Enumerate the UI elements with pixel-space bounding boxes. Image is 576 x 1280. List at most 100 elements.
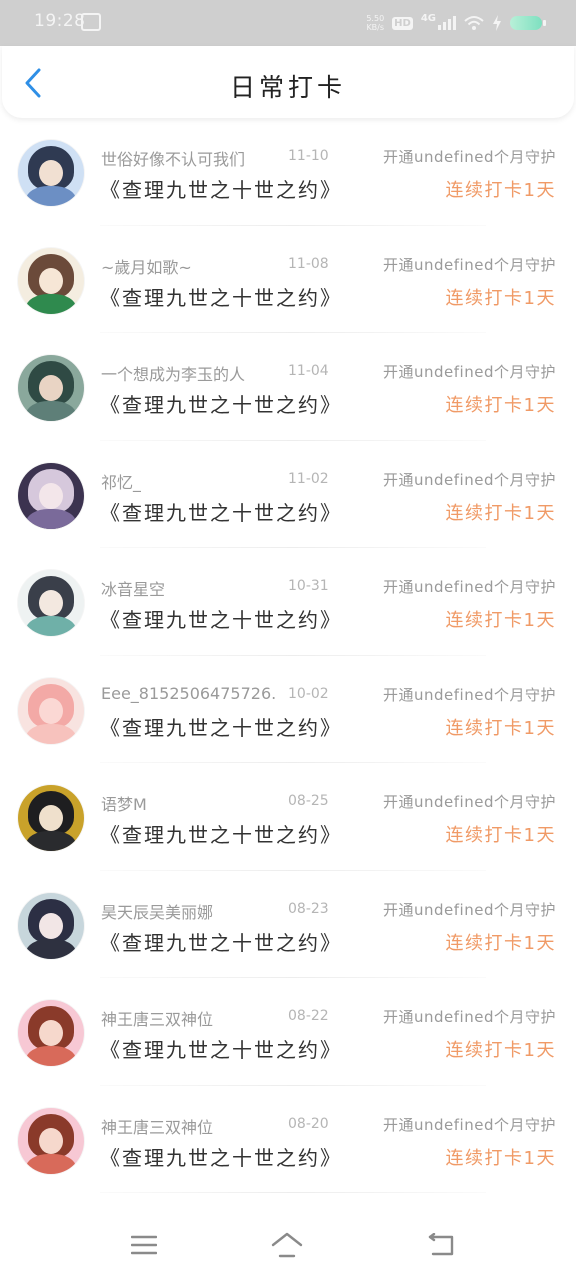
checkin-list-item[interactable]: 一个想成为李玉的人 11-04 开通undefined个月守护 《查理九世之十世…: [0, 333, 576, 441]
page-title: 日常打卡: [229, 73, 346, 102]
avatar-body: [26, 401, 76, 421]
system-back-button[interactable]: [424, 1230, 458, 1260]
book-title: 《查理九世之十世之约》: [100, 1145, 342, 1170]
avatar[interactable]: [18, 677, 84, 744]
user-name: 语梦M: [101, 795, 147, 814]
avatar-face: [39, 267, 63, 294]
user-name: Eee_8152506475726...: [101, 683, 276, 703]
avatar[interactable]: [18, 785, 84, 851]
checkin-list-item[interactable]: 祁忆_ 11-02 开通undefined个月守护 《查理九世之十世之约》 连续…: [0, 441, 576, 549]
checkin-date: 11-04: [288, 363, 329, 379]
status-indicators: 5.50 KB/s HD 4G: [366, 12, 546, 34]
user-name: 祁忆_: [101, 472, 142, 492]
checkin-date: 11-02: [288, 470, 329, 487]
hd-badge: HD: [392, 16, 413, 30]
avatar-body: [26, 723, 76, 744]
status-time: 19:28: [34, 11, 86, 31]
vip-guard-note: 开通undefined个月守护: [383, 255, 556, 274]
menu-button[interactable]: [127, 1230, 161, 1260]
checkin-list: 世俗好像不认可我们 11-10 开通undefined个月守护 《查理九世之十世…: [0, 118, 576, 1193]
menu-icon: [131, 1235, 157, 1255]
avatar[interactable]: [18, 247, 84, 314]
vip-guard-note: 开通undefined个月守护: [383, 148, 556, 166]
avatar-body: [26, 508, 76, 529]
avatar-body: [26, 938, 76, 959]
user-name: 世俗好像不认可我们: [101, 150, 246, 169]
vip-guard-note: 开通undefined个月守护: [383, 900, 556, 919]
avatar-body: [26, 1046, 76, 1066]
checkin-list-item[interactable]: 语梦M 08-25 开通undefined个月守护 《查理九世之十世之约》 连续…: [0, 763, 576, 871]
user-name: 冰音星空: [101, 580, 166, 599]
avatar[interactable]: [18, 892, 84, 959]
avatar[interactable]: [18, 1000, 84, 1066]
battery-icon: [510, 16, 546, 30]
home-button[interactable]: [270, 1230, 304, 1260]
streak-label: 连续打卡1天: [445, 717, 556, 739]
checkin-list-item[interactable]: ~歲月如歌~ 11-08 开通undefined个月守护 《查理九世之十世之约》…: [0, 226, 576, 334]
vip-guard-note: 开通undefined个月守护: [383, 363, 556, 381]
book-title: 《查理九世之十世之约》: [100, 393, 342, 417]
streak-label: 连续打卡1天: [445, 1040, 556, 1061]
vip-guard-note: 开通undefined个月守护: [383, 1115, 556, 1134]
book-title: 《查理九世之十世之约》: [100, 285, 342, 310]
network-type-label: 4G: [420, 12, 436, 24]
network-speed-unit: KB/s: [366, 23, 385, 32]
streak-label: 连续打卡1天: [445, 502, 556, 524]
home-icon: [271, 1232, 303, 1258]
streak-label: 连续打卡1天: [445, 932, 556, 954]
avatar[interactable]: [18, 462, 84, 529]
avatar[interactable]: [18, 355, 84, 421]
checkin-list-item[interactable]: Eee_8152506475726... 10-02 开通undefined个月…: [0, 656, 576, 764]
avatar-face: [39, 912, 63, 939]
avatar-body: [26, 293, 76, 314]
vip-guard-note: 开通undefined个月守护: [383, 578, 556, 596]
avatar-body: [26, 616, 76, 636]
system-nav-bar: [0, 1208, 576, 1280]
status-bar: 19:28 5.50 KB/s HD 4G: [0, 0, 576, 46]
back-arrow-icon: [428, 1233, 454, 1256]
avatar-face: [39, 805, 63, 831]
avatar[interactable]: [18, 570, 84, 636]
message-icon: [81, 13, 101, 31]
checkin-date: 10-02: [288, 685, 329, 702]
checkin-list-item[interactable]: 神王唐三双神位 08-20 开通undefined个月守护 《查理九世之十世之约…: [0, 1086, 576, 1194]
user-name: 神王唐三双神位: [101, 1010, 214, 1029]
avatar-face: [39, 375, 63, 401]
checkin-list-item[interactable]: 世俗好像不认可我们 11-10 开通undefined个月守护 《查理九世之十世…: [0, 118, 576, 226]
avatar-face: [39, 1127, 63, 1154]
avatar-face: [39, 1020, 63, 1046]
book-title: 《查理九世之十世之约》: [100, 715, 342, 740]
book-title: 《查理九世之十世之约》: [100, 178, 342, 202]
checkin-date: 08-22: [288, 1008, 329, 1024]
streak-label: 连续打卡1天: [445, 1147, 556, 1169]
avatar-face: [39, 160, 63, 186]
user-name: 昊天辰吴美丽娜: [101, 902, 214, 922]
wifi-icon: [464, 16, 484, 30]
user-name: 神王唐三双神位: [101, 1117, 214, 1137]
header-bar: 日常打卡: [2, 46, 574, 118]
checkin-list-item[interactable]: 昊天辰吴美丽娜 08-23 开通undefined个月守护 《查理九世之十世之约…: [0, 871, 576, 979]
streak-label: 连续打卡1天: [445, 287, 556, 309]
book-title: 《查理九世之十世之约》: [100, 930, 342, 955]
vip-guard-note: 开通undefined个月守护: [383, 470, 556, 489]
avatar-body: [26, 831, 76, 851]
checkin-date: 11-08: [288, 255, 329, 272]
avatar[interactable]: [18, 140, 84, 206]
network-speed: 5.50 KB/s: [366, 14, 384, 32]
checkin-date: 08-20: [288, 1115, 329, 1132]
book-title: 《查理九世之十世之约》: [100, 500, 342, 525]
book-title: 《查理九世之十世之约》: [100, 823, 342, 847]
book-title: 《查理九世之十世之约》: [100, 1038, 342, 1062]
network-speed-value: 5.50: [366, 14, 385, 23]
checkin-date: 10-31: [288, 578, 329, 594]
avatar[interactable]: [18, 1107, 84, 1174]
checkin-date: 11-10: [288, 148, 329, 164]
streak-label: 连续打卡1天: [445, 610, 556, 631]
checkin-list-item[interactable]: 冰音星空 10-31 开通undefined个月守护 《查理九世之十世之约》 连…: [0, 548, 576, 656]
charging-icon: [493, 15, 501, 31]
checkin-list-item[interactable]: 神王唐三双神位 08-22 开通undefined个月守护 《查理九世之十世之约…: [0, 978, 576, 1086]
avatar-body: [26, 186, 76, 206]
avatar-body: [26, 1153, 76, 1174]
user-name: ~歲月如歌~: [101, 257, 192, 277]
streak-label: 连续打卡1天: [445, 395, 556, 416]
